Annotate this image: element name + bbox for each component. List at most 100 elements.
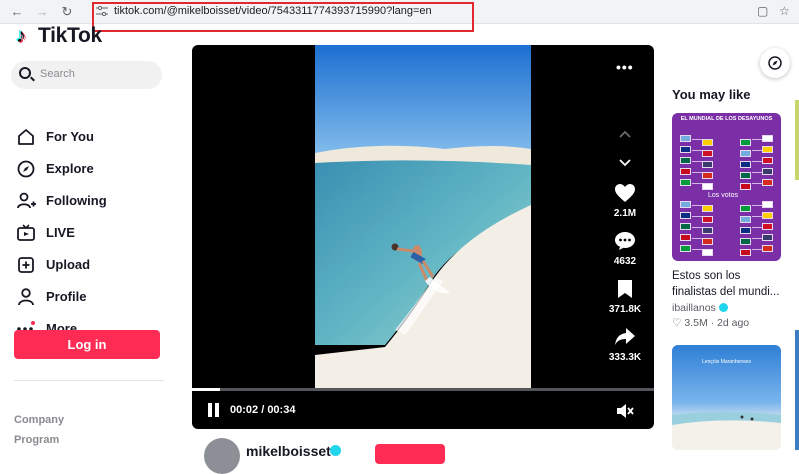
heart-icon — [615, 184, 635, 202]
partial-thumbnail[interactable] — [795, 330, 799, 450]
verified-icon — [330, 445, 341, 456]
recommendation-title[interactable]: Estos son los finalistas del mundi... — [672, 268, 787, 300]
flag-icon — [740, 216, 751, 223]
bracket-line — [752, 150, 762, 151]
flag-icon — [702, 238, 713, 245]
sidebar-item-upload[interactable]: Upload — [16, 253, 166, 277]
pause-icon[interactable] — [208, 403, 220, 417]
flag-icon — [702, 150, 713, 157]
flag-icon — [740, 172, 751, 179]
save-button[interactable]: 371.8K — [602, 279, 648, 315]
more-options-icon[interactable]: ••• — [616, 59, 634, 75]
bracket-line — [752, 205, 762, 206]
beach-scene — [672, 412, 781, 450]
sidebar-item-live[interactable]: LIVE — [16, 221, 166, 245]
share-count: 333.3K — [608, 352, 642, 363]
bracket-line — [692, 227, 702, 228]
comment-icon — [615, 232, 635, 250]
bracket-line — [752, 183, 762, 184]
search-icon — [19, 67, 31, 79]
bracket-line — [752, 161, 762, 162]
partial-thumbnail[interactable] — [795, 100, 799, 180]
url-highlight-box — [92, 2, 474, 32]
flag-icon — [702, 161, 713, 168]
home-icon — [18, 129, 34, 145]
sidebar-item-profile[interactable]: Profile — [16, 285, 166, 309]
chevron-down-icon[interactable] — [616, 153, 634, 171]
sidebar-item-for-you[interactable]: For You — [16, 125, 166, 149]
flag-icon — [762, 212, 773, 219]
heart-outline-icon: ♡ — [672, 317, 682, 329]
bracket-line — [752, 216, 762, 217]
follow-button[interactable] — [375, 444, 445, 464]
flag-icon — [680, 179, 691, 186]
bracket-line — [752, 227, 762, 228]
video-frame[interactable] — [315, 45, 531, 388]
flag-icon — [680, 234, 691, 241]
flag-icon — [762, 234, 773, 241]
flag-icon — [762, 146, 773, 153]
video-progress-bar[interactable] — [192, 388, 654, 391]
flag-icon — [762, 223, 773, 230]
flag-icon — [762, 168, 773, 175]
bracket-line — [692, 183, 702, 184]
cast-icon[interactable]: ▢ — [757, 4, 768, 18]
search-input[interactable]: Search — [11, 61, 162, 89]
flag-icon — [702, 183, 713, 190]
reload-icon[interactable]: ↻ — [58, 3, 76, 21]
recommendation-thumbnail[interactable]: EL MUNDIAL DE LOS DESAYUNOS Los votos — [672, 113, 781, 261]
comment-button[interactable]: 4632 — [602, 231, 648, 267]
sidebar-item-following[interactable]: Following — [16, 189, 166, 213]
user-plus-icon — [17, 192, 36, 209]
you-may-like-heading: You may like — [672, 87, 751, 102]
recommendation-stats: ♡ 3.5M · 2d ago — [672, 317, 750, 329]
flag-icon — [762, 245, 773, 252]
flag-icon — [680, 201, 691, 208]
flag-icon — [740, 227, 751, 234]
forward-icon[interactable]: → — [33, 3, 51, 21]
flag-icon — [702, 205, 713, 212]
flag-icon — [740, 205, 751, 212]
sidebar-item-explore[interactable]: Explore — [16, 157, 166, 181]
bracket-line — [752, 172, 762, 173]
bracket-line — [752, 238, 762, 239]
flag-icon — [702, 216, 713, 223]
bracket-line — [692, 238, 702, 239]
flag-icon — [680, 135, 691, 142]
flag-icon — [702, 172, 713, 179]
live-tv-icon — [17, 224, 35, 241]
mute-icon[interactable] — [616, 403, 634, 419]
flag-icon — [702, 249, 713, 256]
person-icon — [18, 288, 34, 306]
footer-link-program[interactable]: Program — [14, 434, 59, 446]
back-icon[interactable]: ← — [8, 3, 26, 21]
author-avatar[interactable] — [204, 438, 240, 474]
sidebar-divider — [14, 380, 164, 381]
recommendation-thumbnail[interactable]: Lençóis Maranhenses — [672, 345, 781, 450]
flag-icon — [740, 139, 751, 146]
chevron-up-icon[interactable] — [616, 125, 634, 143]
like-button[interactable]: 2.1M — [602, 183, 648, 219]
flag-icon — [680, 168, 691, 175]
flag-icon — [680, 212, 691, 219]
footer-link-company[interactable]: Company — [14, 414, 64, 426]
tiktok-logo[interactable]: ♪ TikTok — [16, 24, 102, 48]
bracket-line — [692, 249, 702, 250]
flag-icon — [680, 245, 691, 252]
flag-icon — [762, 157, 773, 164]
video-time: 00:02 / 00:34 — [230, 404, 296, 416]
bracket-line — [692, 161, 702, 162]
author-name[interactable]: mikelboisset — [246, 443, 331, 459]
recommendation-author[interactable]: ibaillanos — [672, 302, 728, 314]
bookmark-star-icon[interactable]: ☆ — [779, 4, 790, 18]
bookmark-icon — [618, 280, 632, 298]
video-progress-fill — [192, 388, 220, 391]
login-button[interactable]: Log in — [14, 330, 160, 359]
bracket-line — [752, 249, 762, 250]
compass-button[interactable] — [760, 48, 790, 78]
flag-icon — [740, 161, 751, 168]
share-button[interactable]: 333.3K — [602, 327, 648, 363]
tiktok-note-icon: ♪ — [16, 25, 26, 47]
flag-icon — [702, 139, 713, 146]
video-player[interactable]: ••• 2.1M 4632 371.8K 333.3K 00:02 / 00:3… — [192, 45, 654, 429]
